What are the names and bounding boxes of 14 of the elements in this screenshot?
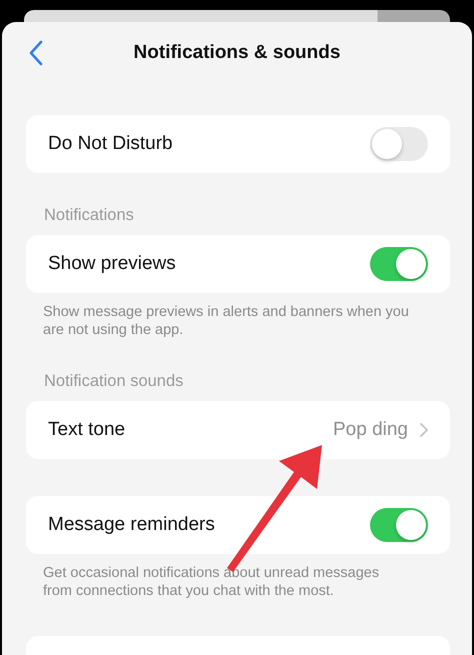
section-header: Notifications xyxy=(43,205,135,226)
row-label: Message reminders xyxy=(48,514,216,536)
toggle-switch[interactable] xyxy=(370,247,428,281)
section-footer: Show message previews in alerts and banners when you are not using the app. xyxy=(26,293,450,339)
row-label: Text tone xyxy=(48,419,126,441)
row-value[interactable]: Pop ding xyxy=(332,419,408,441)
row-label: Show previews xyxy=(48,253,177,275)
toggle-switch[interactable] xyxy=(370,127,428,161)
section-header: Notification sounds xyxy=(43,371,184,392)
back-icon xyxy=(29,40,43,66)
screen-title: Notifications & sounds xyxy=(134,42,340,64)
chevron-icon xyxy=(420,423,428,437)
row-label: Do Not Disturb xyxy=(48,133,174,155)
toggle-switch[interactable] xyxy=(370,508,428,542)
